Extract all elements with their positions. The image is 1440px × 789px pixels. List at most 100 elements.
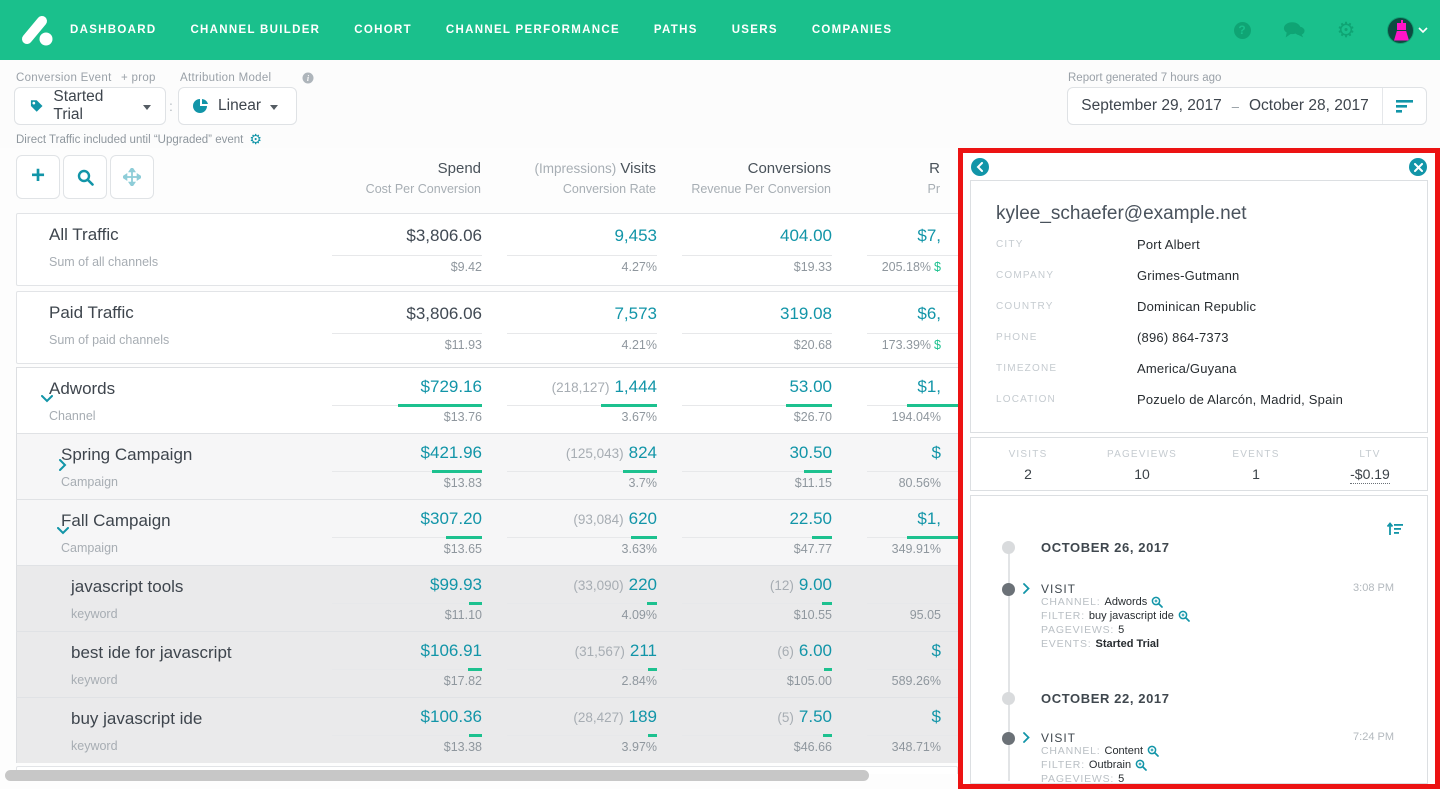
row-type: keyword [71, 739, 118, 753]
chevron-down-icon [1418, 27, 1428, 33]
visit-title[interactable]: VISIT [1041, 582, 1076, 596]
timeline-date: OCTOBER 26, 2017 [1041, 540, 1170, 555]
timeline-date-dot [1002, 541, 1015, 554]
row-type: Channel [49, 409, 96, 423]
close-icon[interactable] [1409, 158, 1427, 176]
stat-visits: VISITS2 [971, 438, 1085, 490]
magnifier-plus-icon[interactable] [1178, 610, 1190, 622]
table-row[interactable]: Adwords Channel $729.16$13.76 (218,127)1… [16, 367, 1016, 433]
table-row[interactable]: buy javascript ide keyword $100.36$13.38… [16, 697, 1016, 763]
row-type: Sum of all channels [49, 255, 158, 269]
attribution-model-value: Linear [218, 97, 261, 115]
revenue-value: $ [932, 443, 941, 463]
move-columns-button[interactable] [110, 155, 154, 199]
date-range-picker[interactable]: September 29, 2017 – October 28, 2017 [1067, 87, 1427, 125]
nav-item-channel-builder[interactable]: CHANNEL BUILDER [190, 24, 320, 36]
date-sort-icon[interactable] [1382, 88, 1426, 124]
nav-item-dashboard[interactable]: DASHBOARD [70, 24, 156, 36]
info-icon[interactable]: i [302, 72, 314, 84]
column-header-conversions[interactable]: Conversions Revenue Per Conversion [631, 160, 831, 196]
report-generated-label: Report generated 7 hours ago [1068, 72, 1221, 84]
caret-down-icon [270, 105, 278, 110]
magnifier-plus-icon[interactable] [1151, 596, 1163, 608]
search-button[interactable] [63, 155, 107, 199]
visit-time: 3:08 PM [1353, 582, 1394, 594]
revenue-value: $1, [917, 377, 941, 397]
conversion-event-label: Conversion Event [16, 72, 112, 84]
add-prop-link[interactable]: + prop [121, 72, 156, 84]
revenue-value: $7, [917, 226, 941, 246]
back-button[interactable] [971, 158, 989, 176]
row-name: javascript tools [71, 577, 183, 597]
tag-icon [29, 98, 44, 114]
table-row[interactable]: Spring Campaign Campaign $421.96$13.83 (… [16, 433, 1016, 499]
visit-pageviews: PAGEVIEWS: 5 [1041, 773, 1124, 784]
chat-icon[interactable] [1283, 19, 1305, 41]
revenue-sub: 349.91% [892, 542, 941, 556]
column-header-spend[interactable]: Spend Cost Per Conversion [281, 160, 481, 196]
stat-ltv[interactable]: LTV-$0.19 [1313, 438, 1427, 490]
row-type: Campaign [61, 475, 118, 489]
nav-menu: DASHBOARD CHANNEL BUILDER COHORT CHANNEL… [70, 0, 892, 60]
caret-down-icon [143, 105, 151, 110]
visit-filter: FILTER: Outbrain [1041, 759, 1147, 771]
nav-item-users[interactable]: USERS [732, 24, 778, 36]
move-icon [123, 168, 141, 186]
search-icon [77, 169, 94, 186]
field-value: Pozuelo de Alarcón, Madrid, Spain [1137, 392, 1343, 407]
app-logo-icon[interactable] [18, 12, 58, 48]
visit-expand-chevron-icon[interactable] [1023, 732, 1030, 743]
settings-gear-icon[interactable]: ⚙ [1335, 19, 1357, 41]
table-row[interactable]: All Traffic Sum of all channels $3,806.0… [16, 213, 1016, 286]
add-channel-button[interactable]: + [16, 155, 60, 199]
stat-events: EVENTS1 [1199, 438, 1313, 490]
revenue-sub: 194.04% [892, 410, 941, 424]
column-header-visits[interactable]: (Impressions) Visits Conversion Rate [456, 160, 656, 196]
table-row[interactable]: best ide for javascript keyword $106.91$… [16, 631, 1016, 697]
visit-events: EVENTS: Started Trial [1041, 638, 1159, 650]
visit-channel: CHANNEL: Adwords [1041, 596, 1163, 608]
field-value: Dominican Republic [1137, 299, 1256, 314]
magnifier-plus-icon[interactable] [1147, 745, 1159, 757]
row-name: Spring Campaign [61, 445, 192, 465]
table-row[interactable]: Fall Campaign Campaign $307.20$13.65 (93… [16, 499, 1016, 565]
row-type: Campaign [61, 541, 118, 555]
table-row[interactable]: Paid Traffic Sum of paid channels $3,806… [16, 291, 1016, 364]
field-value: America/Guyana [1137, 361, 1237, 376]
note-settings-gear-icon[interactable]: ⚙ [249, 131, 262, 148]
avatar[interactable] [1387, 17, 1414, 44]
nav-item-cohort[interactable]: COHORT [354, 24, 412, 36]
revenue-sub: 348.71% [892, 740, 941, 754]
visit-channel: CHANNEL: Content [1041, 745, 1159, 757]
conversion-event-dropdown[interactable]: Started Trial [14, 87, 166, 125]
column-header-revenue[interactable]: R Pr [840, 160, 940, 196]
nav-item-paths[interactable]: PATHS [654, 24, 698, 36]
activity-timeline-card: OCTOBER 26, 2017 VISIT 3:08 PM CHANNEL: … [970, 495, 1428, 784]
visit-expand-chevron-icon[interactable] [1023, 583, 1030, 594]
table-row[interactable]: javascript tools keyword $99.93$11.10 (3… [16, 565, 1016, 631]
field-label: CITY [996, 239, 1024, 250]
revenue-value: $6, [917, 304, 941, 324]
attribution-model-dropdown[interactable]: Linear [178, 87, 297, 125]
nav-item-companies[interactable]: COMPANIES [812, 24, 893, 36]
timeline-date-dot [1002, 692, 1015, 705]
nav-item-channel-performance[interactable]: CHANNEL PERFORMANCE [446, 24, 620, 36]
field-label: LOCATION [996, 394, 1056, 405]
help-icon[interactable]: ? [1231, 19, 1253, 41]
field-label: PHONE [996, 332, 1038, 343]
visit-title[interactable]: VISIT [1041, 731, 1076, 745]
direct-traffic-note: Direct Traffic included until “Upgraded”… [16, 131, 262, 148]
user-info-card: kylee_schaefer@example.net CITY Port Alb… [970, 180, 1428, 433]
row-type: Sum of paid channels [49, 333, 169, 347]
stat-pageviews: PAGEVIEWS10 [1085, 438, 1199, 490]
user-stats-card: VISITS2 PAGEVIEWS10 EVENTS1 LTV-$0.19 [970, 437, 1428, 491]
row-name: Adwords [49, 379, 115, 399]
revenue-sub: 80.56% [899, 476, 941, 490]
magnifier-plus-icon[interactable] [1135, 759, 1147, 771]
account-menu[interactable] [1387, 17, 1428, 44]
horizontal-scrollbar[interactable] [5, 770, 869, 781]
timeline-sort-icon[interactable] [1387, 522, 1403, 536]
row-name: Fall Campaign [61, 511, 171, 531]
field-value: Grimes-Gutmann [1137, 268, 1240, 283]
row-name: buy javascript ide [71, 709, 202, 729]
